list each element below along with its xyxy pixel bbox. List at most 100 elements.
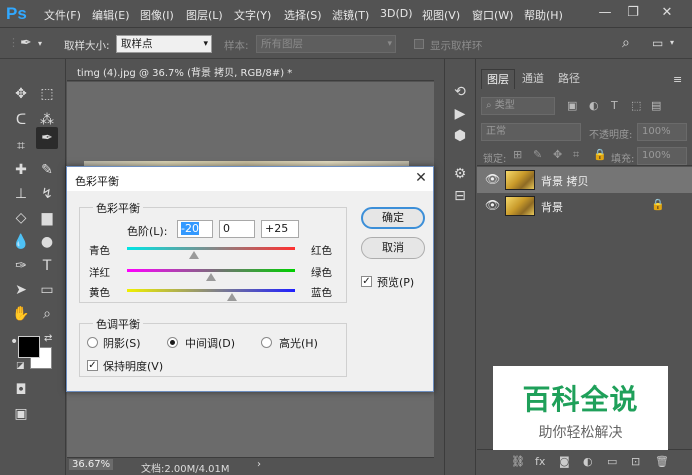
chevron-down-icon[interactable]: ▾ [38,39,42,48]
menu-window[interactable]: 窗口(W) [472,7,513,23]
swap-colors-icon[interactable]: ⇄ [44,333,52,344]
marquee-tool-icon[interactable]: ⬚ [36,83,58,105]
tone-highlights-label[interactable]: 高光(H) [279,335,318,351]
filter-shape-icon[interactable]: ⬚ [631,99,641,112]
delete-layer-icon[interactable]: 🗑 [655,455,669,468]
dialog-titlebar[interactable] [67,167,433,191]
foreground-color-swatch[interactable] [18,336,40,358]
minimize-icon[interactable]: — [592,2,618,24]
menu-view[interactable]: 视图(V) [422,7,460,23]
blur-tool-icon[interactable]: 💧 [10,231,32,253]
opacity-field[interactable]: 100% [637,123,687,141]
layer-name[interactable]: 背景 [541,199,563,215]
new-group-icon[interactable]: ▭ [607,455,617,468]
tab-paths[interactable]: 路径 [553,69,585,89]
show-ring-checkbox[interactable] [414,39,424,49]
zoom-tool-icon[interactable]: ⌕ [36,303,58,325]
close-icon[interactable]: ✕ [654,2,680,24]
layer-row[interactable]: 👁 背景 🔒 [477,193,692,219]
preserve-luminosity-checkbox[interactable]: ✓ [87,360,98,371]
layer-filter-select[interactable]: ⌕ 类型 [481,97,555,115]
preserve-luminosity-label[interactable]: 保持明度(V) [103,358,163,374]
3d-panel-icon[interactable]: ⬢ [449,125,471,147]
magenta-green-slider-handle[interactable] [206,273,216,281]
eyedropper-tool-icon[interactable]: ✒ [36,127,58,149]
menu-select[interactable]: 选择(S) [284,7,322,23]
lasso-tool-icon[interactable]: ᑕ [10,109,32,131]
lock-position-icon[interactable]: ✥ [553,148,562,161]
chevron-right-icon[interactable]: › [257,459,261,470]
screen-mode-icon[interactable]: ▣ [10,403,32,425]
tone-midtones-radio[interactable] [167,337,178,348]
ok-button[interactable]: 确定 [361,207,425,229]
layer-row[interactable]: 👁 背景 拷贝 [477,167,692,193]
preview-checkbox[interactable]: ✓ [361,276,372,287]
eraser-tool-icon[interactable]: ◇ [10,207,32,229]
rectangle-tool-icon[interactable]: ▭ [36,279,58,301]
adjustments-panel-icon[interactable]: ⚙ [449,163,471,185]
tone-midtones-label[interactable]: 中间调(D) [185,335,235,351]
stamp-tool-icon[interactable]: ⊥ [10,183,32,205]
level-cyan-red-input[interactable]: -20 [177,220,213,238]
document-tab[interactable]: timg (4).jpg @ 36.7% (背景 拷贝, RGB/8#) * [67,59,434,81]
layer-mask-icon[interactable]: ◙ [559,455,570,468]
brush-tool-icon[interactable]: ✎ [36,159,58,181]
cancel-button[interactable]: 取消 [361,237,425,259]
history-brush-tool-icon[interactable]: ↯ [36,183,58,205]
visibility-eye-icon[interactable]: 👁 [485,172,500,186]
menu-layer[interactable]: 图层(L) [186,7,223,23]
cyan-red-slider-track[interactable] [127,247,295,250]
yellow-blue-slider-track[interactable] [127,289,295,292]
menu-edit[interactable]: 编辑(E) [92,7,130,23]
restore-icon[interactable]: ❐ [620,2,646,24]
tab-channels[interactable]: 通道 [517,69,549,89]
fill-field[interactable]: 100% [637,147,687,165]
tone-highlights-radio[interactable] [261,337,272,348]
dodge-tool-icon[interactable]: ● [36,231,58,253]
workspace-icon[interactable]: ▭ [652,36,663,50]
menu-image[interactable]: 图像(I) [140,7,174,23]
hand-tool-icon[interactable]: ✋ [10,303,32,325]
link-layers-icon[interactable]: ⛓ [511,455,525,468]
healing-brush-tool-icon[interactable]: ✚ [10,159,32,181]
lock-all-icon[interactable]: 🔒 [593,148,607,161]
filter-smart-icon[interactable]: ▤ [651,99,661,112]
history-panel-icon[interactable]: ⟲ [449,81,471,103]
type-tool-icon[interactable]: T [36,255,58,277]
layer-style-icon[interactable]: fx [535,455,545,468]
lock-artboard-icon[interactable]: ⌗ [573,148,579,162]
sample-size-select[interactable]: 取样点 ▾ [116,35,212,53]
tone-shadows-radio[interactable] [87,337,98,348]
blend-mode-select[interactable]: 正常 [481,123,581,141]
menu-filter[interactable]: 滤镜(T) [332,7,369,23]
pen-tool-icon[interactable]: ✑ [10,255,32,277]
adjustment-layer-icon[interactable]: ◐ [583,455,593,468]
close-icon[interactable]: ✕ [411,169,431,187]
visibility-eye-icon[interactable]: 👁 [485,198,500,212]
chevron-down-icon[interactable]: ▾ [670,38,674,47]
search-icon[interactable]: ⌕ [622,35,630,51]
menu-help[interactable]: 帮助(H) [524,7,563,23]
tab-layers[interactable]: 图层 [481,69,515,89]
menu-3d[interactable]: 3D(D) [380,7,413,20]
sample-select[interactable]: 所有图层 ▾ [256,35,396,53]
default-colors-icon[interactable]: ◪ [16,361,25,371]
layer-name[interactable]: 背景 拷贝 [541,173,589,189]
zoom-level[interactable]: 36.67% [69,459,114,470]
level-yellow-blue-input[interactable]: +25 [261,220,299,238]
filter-type-icon[interactable]: T [611,99,618,112]
crop-tool-icon[interactable]: ⌗ [10,135,32,157]
level-magenta-green-input[interactable]: 0 [219,220,255,238]
menu-file[interactable]: 文件(F) [44,7,81,23]
actions-panel-icon[interactable]: ▶ [449,103,471,125]
filter-pixel-icon[interactable]: ▣ [567,99,577,112]
lock-transparent-icon[interactable]: ⊞ [513,148,522,161]
magenta-green-slider-track[interactable] [127,269,295,272]
move-tool-icon[interactable]: ✥ [10,83,32,105]
preview-label[interactable]: 预览(P) [377,274,414,290]
menu-type[interactable]: 文字(Y) [234,7,271,23]
eyedropper-preset-icon[interactable]: ✒ [20,35,32,51]
gradient-tool-icon[interactable]: ▆ [36,207,58,229]
new-layer-icon[interactable]: ⊡ [631,455,640,468]
quick-mask-icon[interactable]: ◘ [10,379,32,401]
